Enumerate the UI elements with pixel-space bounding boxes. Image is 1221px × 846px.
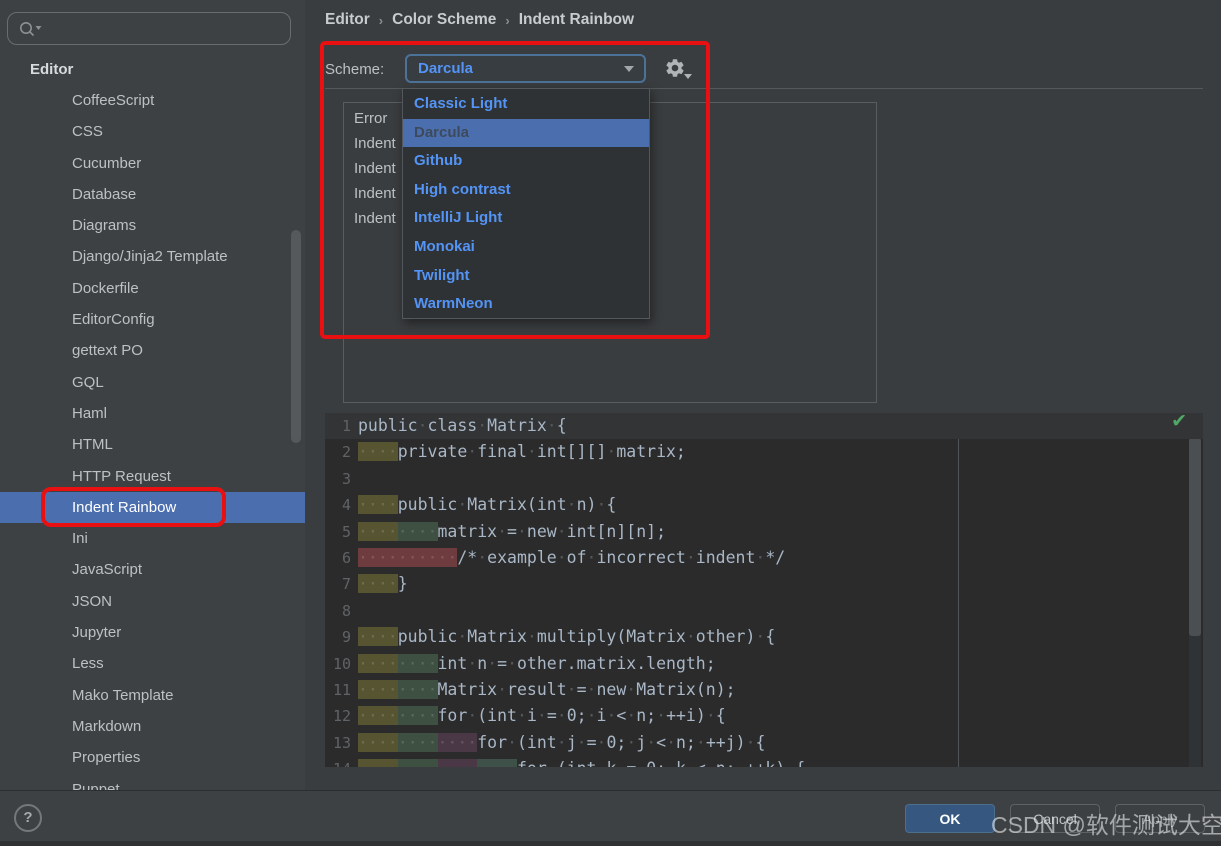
sidebar-tree: Editor CoffeeScriptCSSCucumberDatabaseDi… — [0, 54, 305, 790]
sidebar-item-django-jinja2-template[interactable]: Django/Jinja2 Template — [0, 241, 305, 272]
scheme-combobox[interactable]: Darcula — [405, 54, 646, 83]
sidebar-item-gettext-po[interactable]: gettext PO — [0, 335, 305, 366]
sidebar-item-puppet[interactable]: Puppet — [0, 774, 305, 790]
apply-button[interactable]: Apply — [1115, 804, 1205, 833]
search-icon — [18, 20, 44, 38]
code-lines: 1public·class·Matrix·{2····private·final… — [325, 413, 1203, 767]
chevron-down-icon — [684, 74, 692, 79]
scheme-option-warmneon[interactable]: WarmNeon — [403, 290, 649, 319]
scheme-option-classic-light[interactable]: Classic Light — [403, 90, 649, 119]
settings-sidebar: Editor CoffeeScriptCSSCucumberDatabaseDi… — [0, 0, 305, 790]
sidebar-item-cucumber[interactable]: Cucumber — [0, 148, 305, 179]
search-input[interactable] — [44, 20, 290, 38]
sidebar-item-markdown[interactable]: Markdown — [0, 711, 305, 742]
code-line: 4····public·Matrix(int·n)·{ — [325, 492, 1203, 518]
scheme-combobox-value: Darcula — [418, 60, 624, 77]
code-line: 1public·class·Matrix·{ — [325, 413, 1203, 439]
code-line: 8 — [325, 598, 1203, 624]
sidebar-item-dockerfile[interactable]: Dockerfile — [0, 273, 305, 304]
help-button[interactable]: ? — [14, 804, 42, 832]
sidebar-item-properties[interactable]: Properties — [0, 742, 305, 773]
sidebar-item-jupyter[interactable]: Jupyter — [0, 617, 305, 648]
scheme-option-intellij-light[interactable]: IntelliJ Light — [403, 204, 649, 233]
sidebar-item-coffeescript[interactable]: CoffeeScript — [0, 85, 305, 116]
scheme-option-high-contrast[interactable]: High contrast — [403, 176, 649, 205]
scheme-option-monokai[interactable]: Monokai — [403, 233, 649, 262]
code-line: 12········for·(int·i·=·0;·i·<·n;·++i)·{ — [325, 703, 1203, 729]
code-line: 2····private·final·int[][]·matrix; — [325, 439, 1203, 465]
footer-bar: ? OK Cancel Apply — [0, 790, 1221, 846]
scheme-label: Scheme: — [325, 61, 384, 78]
sidebar-scrollbar-thumb[interactable] — [291, 230, 301, 443]
scheme-dropdown-popup: Classic LightDarculaGithubHigh contrastI… — [402, 88, 650, 319]
sidebar-item-json[interactable]: JSON — [0, 586, 305, 617]
sidebar-item-http-request[interactable]: HTTP Request — [0, 461, 305, 492]
code-line: 3 — [325, 466, 1203, 492]
sidebar-item-ini[interactable]: Ini — [0, 523, 305, 554]
breadcrumb-editor[interactable]: Editor — [325, 11, 370, 29]
gear-icon — [664, 57, 686, 79]
sidebar-search-box[interactable] — [7, 12, 291, 45]
sidebar-item-diagrams[interactable]: Diagrams — [0, 210, 305, 241]
code-preview-pane[interactable]: ✔ 1public·class·Matrix·{2····private·fin… — [325, 413, 1203, 767]
code-line: 9····public·Matrix·multiply(Matrix·other… — [325, 624, 1203, 650]
code-line: 13············for·(int·j·=·0;·j·<·n;·++j… — [325, 730, 1203, 756]
breadcrumb-separator-icon: › — [379, 13, 383, 28]
scheme-options-list: Classic LightDarculaGithubHigh contrastI… — [403, 90, 649, 319]
code-line: 11········Matrix·result·=·new·Matrix(n); — [325, 677, 1203, 703]
breadcrumb-color-scheme[interactable]: Color Scheme — [392, 11, 496, 29]
breadcrumb-separator-icon: › — [505, 13, 509, 28]
chevron-down-icon — [624, 66, 634, 72]
sidebar-item-mako-template[interactable]: Mako Template — [0, 680, 305, 711]
sidebar-item-haml[interactable]: Haml — [0, 398, 305, 429]
sidebar-item-editorconfig[interactable]: EditorConfig — [0, 304, 305, 335]
sidebar-item-javascript[interactable]: JavaScript — [0, 554, 305, 585]
sidebar-item-html[interactable]: HTML — [0, 429, 305, 460]
scheme-option-github[interactable]: Github — [403, 147, 649, 176]
scheme-gear-button[interactable] — [664, 57, 690, 83]
sidebar-item-less[interactable]: Less — [0, 648, 305, 679]
code-line: 5········matrix·=·new·int[n][n]; — [325, 519, 1203, 545]
sidebar-section-editor[interactable]: Editor — [0, 54, 305, 85]
cancel-button[interactable]: Cancel — [1010, 804, 1100, 833]
status-checkmark-icon: ✔ — [1171, 413, 1187, 432]
code-line: 10········int·n·=·other.matrix.length; — [325, 651, 1203, 677]
ok-button[interactable]: OK — [905, 804, 995, 833]
sidebar-item-css[interactable]: CSS — [0, 116, 305, 147]
code-line: 14················for·(int·k·=·0;·k·<·n;… — [325, 756, 1203, 767]
scheme-option-darcula[interactable]: Darcula — [403, 119, 649, 148]
sidebar-tree-items: CoffeeScriptCSSCucumberDatabaseDiagramsD… — [0, 85, 305, 790]
scheme-option-twilight[interactable]: Twilight — [403, 262, 649, 291]
sidebar-item-gql[interactable]: GQL — [0, 367, 305, 398]
code-line: 6··········/*·example·of·incorrect·inden… — [325, 545, 1203, 571]
breadcrumb-indent-rainbow[interactable]: Indent Rainbow — [519, 11, 634, 29]
sidebar-item-database[interactable]: Database — [0, 179, 305, 210]
code-line: 7····} — [325, 571, 1203, 597]
sidebar-item-indent-rainbow[interactable]: Indent Rainbow — [0, 492, 305, 523]
breadcrumb: Editor › Color Scheme › Indent Rainbow — [325, 11, 634, 29]
